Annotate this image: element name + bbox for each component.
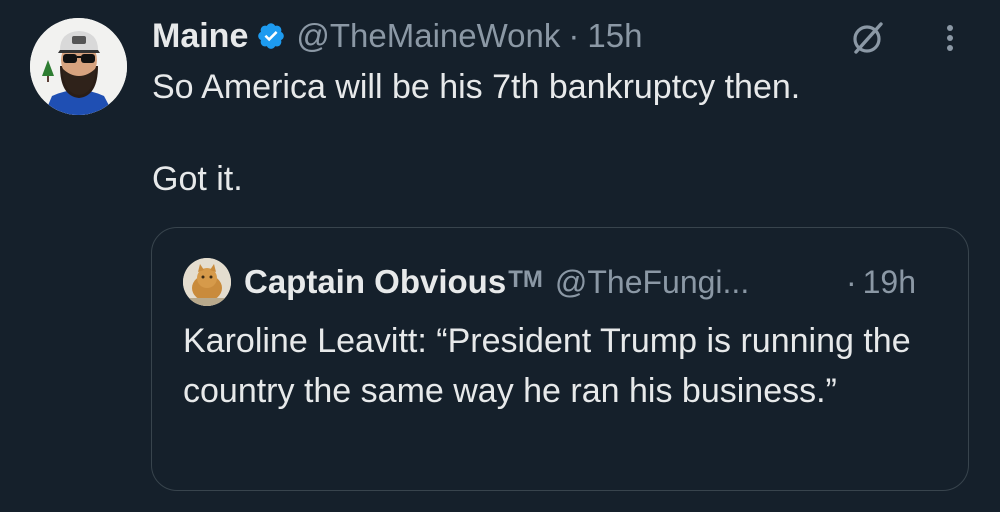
tweet[interactable]: Maine @TheMaineWonk · 15h So America wil…	[0, 0, 1000, 512]
author-handle[interactable]: @TheMaineWonk	[296, 17, 560, 55]
quoted-tweet-header: Captain Obvious TM @TheFungi... · 19h	[244, 258, 944, 306]
header-separator: ·	[568, 17, 580, 54]
author-avatar-image	[30, 18, 127, 115]
more-options-icon[interactable]	[935, 20, 965, 56]
quoted-tweet-timestamp[interactable]: 19h	[863, 264, 916, 301]
quoted-author-avatar-image	[183, 258, 231, 306]
verified-badge-icon	[256, 21, 286, 51]
quoted-author-handle[interactable]: @TheFungi...	[555, 264, 749, 301]
author-avatar[interactable]	[30, 18, 127, 115]
tweet-text-line-2: Got it.	[152, 160, 243, 198]
quoted-tweet[interactable]: Captain Obvious TM @TheFungi... · 19h Ka…	[151, 227, 969, 491]
quoted-header-separator: ·	[845, 263, 857, 300]
tweet-header: Maine @TheMaineWonk · 15h	[152, 14, 642, 58]
quoted-author-avatar[interactable]	[183, 258, 231, 306]
quoted-timestamp-wrap: · 19h	[846, 258, 916, 306]
quoted-author-display-name[interactable]: Captain Obvious	[244, 263, 506, 301]
tweet-text-line-1: So America will be his 7th bankruptcy th…	[152, 68, 801, 106]
tweet-text: So America will be his 7th bankruptcy th…	[152, 64, 800, 202]
tweet-timestamp[interactable]: 15h	[587, 17, 642, 55]
author-display-name[interactable]: Maine	[152, 17, 248, 56]
grok-icon[interactable]	[848, 18, 888, 58]
quoted-tweet-text: Karoline Leavitt: “President Trump is ru…	[183, 322, 911, 410]
quoted-author-trademark: TM	[508, 266, 543, 293]
